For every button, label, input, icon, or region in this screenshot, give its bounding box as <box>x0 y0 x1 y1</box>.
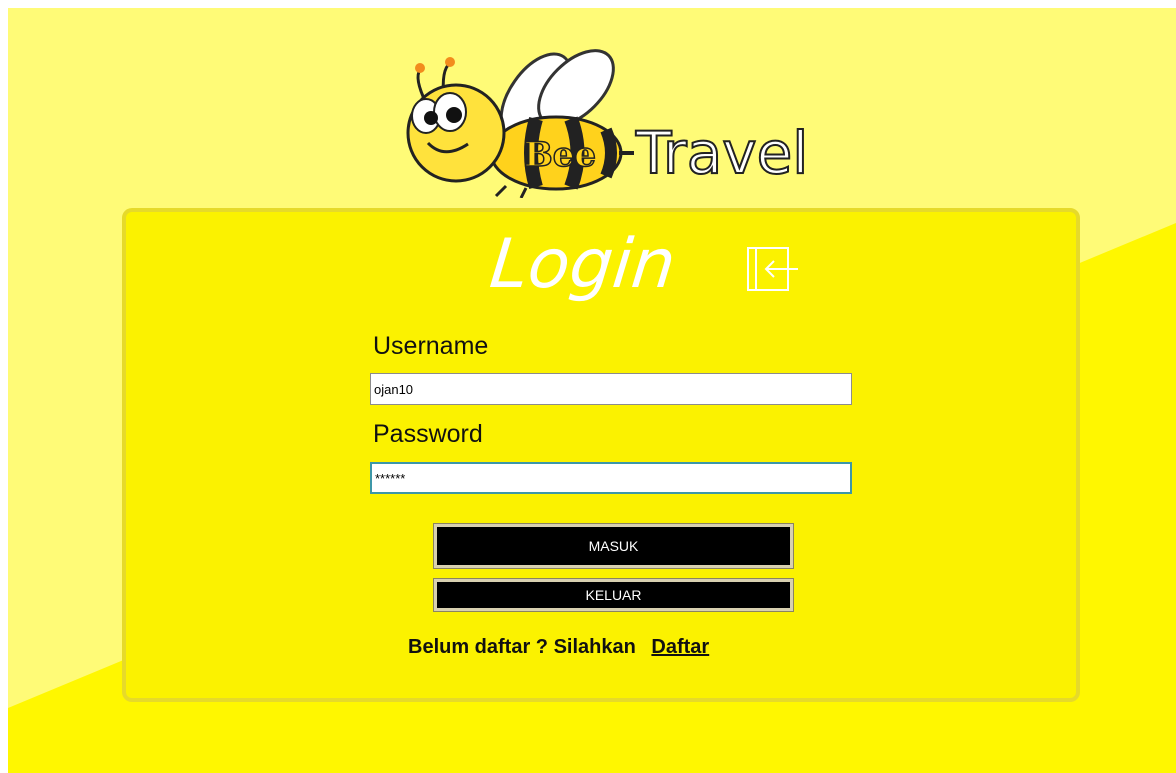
login-arrow-icon <box>747 247 798 291</box>
signup-prompt-line: Belum daftar ? Silahkan Daftar <box>408 636 709 659</box>
masuk-button[interactable]: MASUK <box>433 523 794 569</box>
username-label: Username <box>373 332 489 360</box>
logo-bee-text: Bee <box>524 135 596 175</box>
bee-travel-logo: Bee Travel <box>406 49 809 198</box>
login-heading: Login <box>486 225 798 302</box>
signup-prompt: Belum daftar ? Silahkan <box>408 636 636 658</box>
page-title: Login <box>486 225 679 302</box>
username-field[interactable] <box>370 373 852 405</box>
password-field[interactable] <box>370 462 852 494</box>
signup-link[interactable]: Daftar <box>651 636 709 658</box>
keluar-button[interactable]: KELUAR <box>433 578 794 612</box>
logo-travel-text: Travel <box>635 119 808 187</box>
login-window: Bee Travel Login Username Password MASUK… <box>8 8 1176 773</box>
login-panel: Login Username Password MASUK KELUAR Bel… <box>122 208 1080 702</box>
password-label: Password <box>373 420 483 448</box>
